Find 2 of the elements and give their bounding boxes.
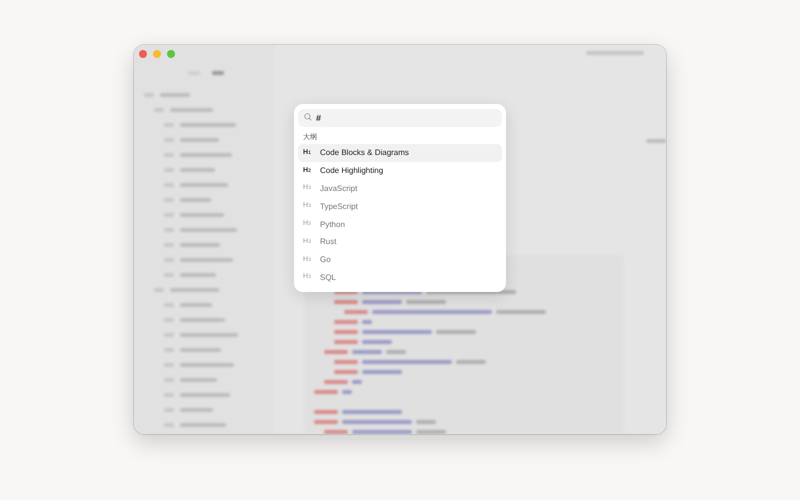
search-field[interactable]: # — [298, 109, 502, 127]
search-icon — [304, 113, 312, 121]
